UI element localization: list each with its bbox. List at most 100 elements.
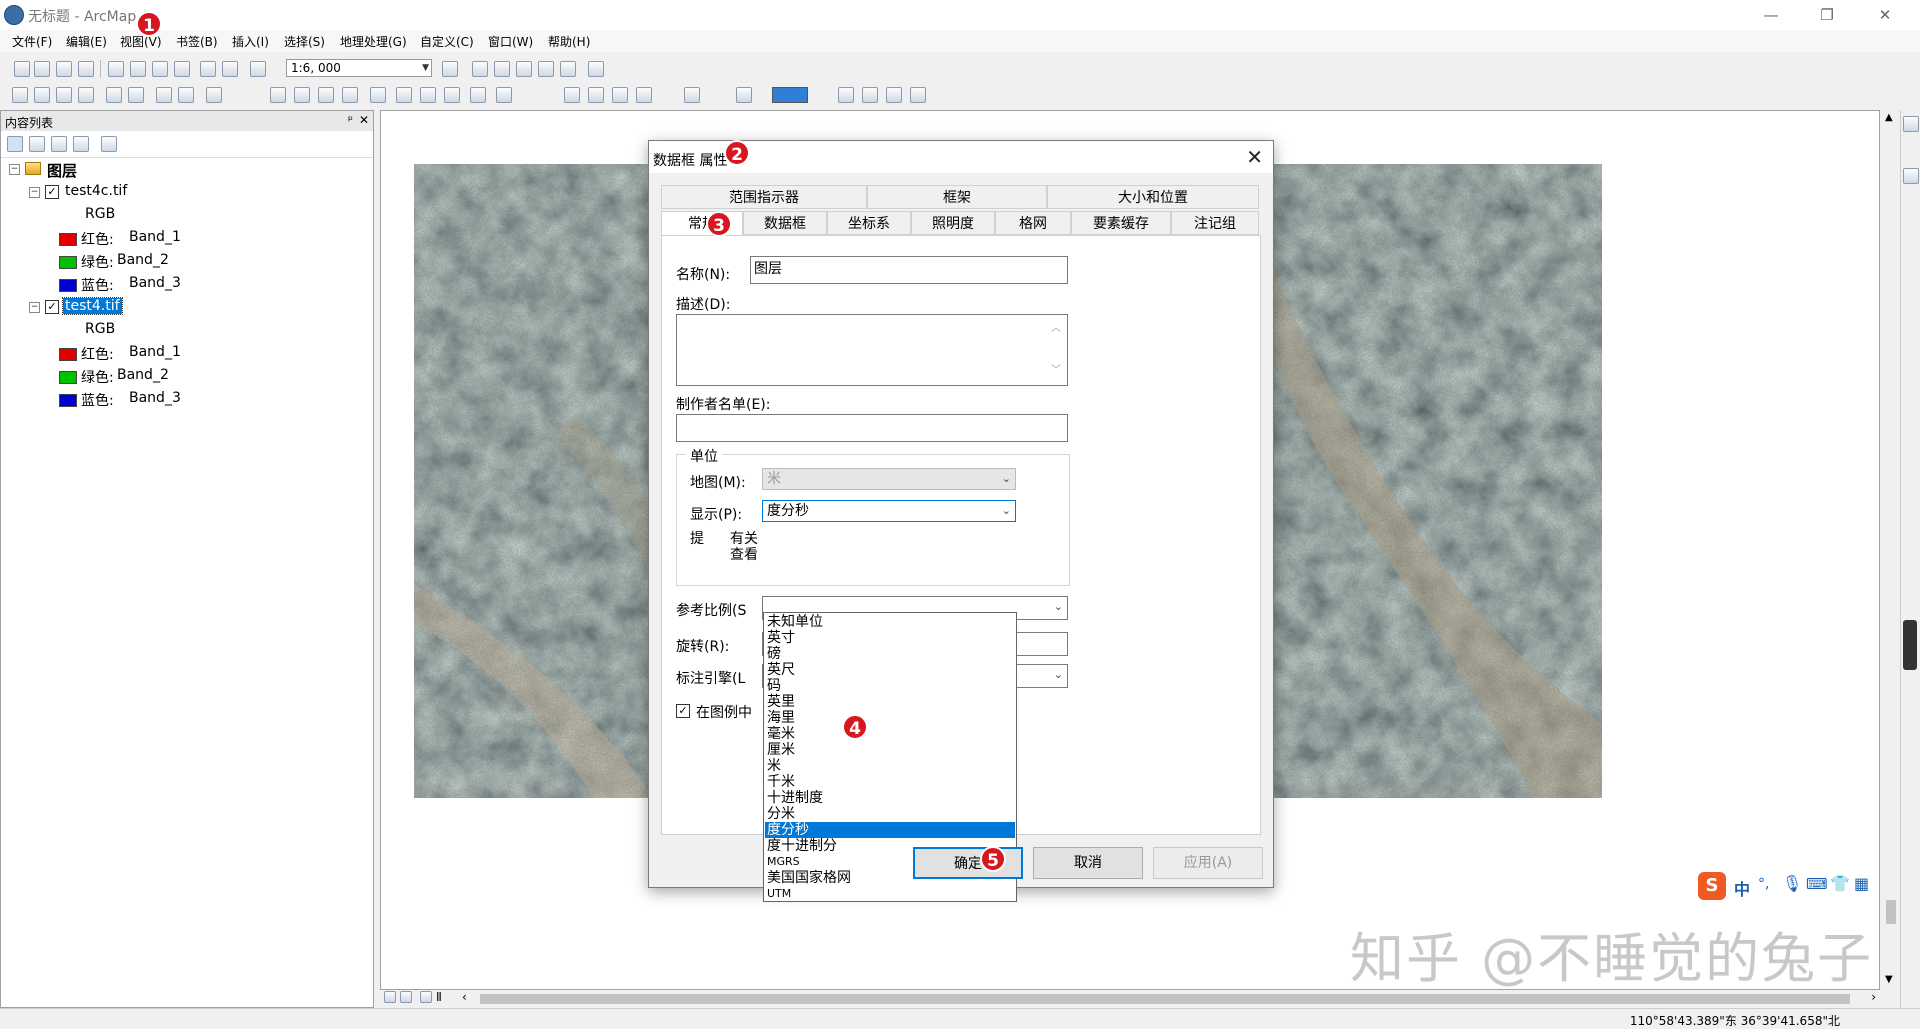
dropdown-option[interactable]: 千米: [765, 774, 1015, 790]
display-units-combobox[interactable]: 度分秒 ⌄: [762, 500, 1016, 522]
menu-view[interactable]: 视图(V): [120, 33, 162, 50]
side-handle[interactable]: [1903, 620, 1917, 670]
minimize-button[interactable]: —: [1756, 4, 1786, 26]
viewer-window-icon[interactable]: [496, 87, 512, 103]
keyboard-icon[interactable]: ⌨: [1806, 875, 1828, 893]
close-window-button[interactable]: ✕: [1870, 4, 1900, 26]
toolbox-icon[interactable]: ▦: [1854, 874, 1869, 893]
layer-visibility-checkbox[interactable]: ✓: [45, 185, 59, 199]
cancel-button[interactable]: 取消: [1033, 847, 1143, 879]
dropdown-option[interactable]: 海里: [765, 710, 1015, 726]
zoom-in-icon[interactable]: [12, 87, 28, 103]
arctoolbox-icon[interactable]: [538, 61, 554, 77]
find-route-icon[interactable]: [420, 87, 436, 103]
catalog-dock-icon[interactable]: [1903, 116, 1919, 132]
collapse-icon[interactable]: −: [29, 302, 40, 313]
menu-edit[interactable]: 编辑(E): [66, 33, 107, 50]
menu-customize[interactable]: 自定义(C): [420, 33, 474, 50]
legend-checkbox[interactable]: ✓: [676, 704, 690, 718]
cut-icon[interactable]: [108, 61, 124, 77]
toc-window-icon[interactable]: [472, 61, 488, 77]
dropdown-option[interactable]: 分米: [765, 806, 1015, 822]
delete-icon[interactable]: [174, 61, 190, 77]
hyperlink-icon[interactable]: [318, 87, 334, 103]
html-popup-icon[interactable]: [342, 87, 358, 103]
data-driven-pages-icon[interactable]: [910, 87, 926, 103]
dropdown-option[interactable]: 厘米: [765, 742, 1015, 758]
punctuation-icon[interactable]: °,: [1758, 876, 1769, 892]
dropdown-option[interactable]: 英里: [765, 694, 1015, 710]
layer-row[interactable]: − ✓ test4.tif: [1, 297, 371, 319]
skin-icon[interactable]: 👕: [1830, 874, 1850, 893]
toc-options-icon[interactable]: [101, 136, 117, 152]
scroll-up-icon[interactable]: ▲: [1885, 112, 1893, 123]
microphone-icon[interactable]: 🎙: [1782, 874, 1802, 893]
dropdown-option[interactable]: 英尺: [765, 662, 1015, 678]
dropdown-option[interactable]: 米: [765, 758, 1015, 774]
dropdown-option[interactable]: 码: [765, 678, 1015, 694]
python-window-icon[interactable]: [560, 61, 576, 77]
ok-button[interactable]: 确定: [913, 847, 1023, 879]
measure-icon[interactable]: [370, 87, 386, 103]
menu-windows[interactable]: 窗口(W): [488, 33, 533, 50]
model-builder-icon[interactable]: [588, 61, 604, 77]
fixed-zoom-out-icon[interactable]: [128, 87, 144, 103]
tab-feature-cache[interactable]: 要素缓存: [1071, 211, 1171, 235]
scrollbar-thumb-horizontal[interactable]: [480, 994, 1850, 1004]
dropdown-option[interactable]: 未知单位: [765, 614, 1015, 630]
select-elements-icon[interactable]: [270, 87, 286, 103]
close-icon[interactable]: ✕: [359, 113, 369, 127]
tab-size-and-position[interactable]: 大小和位置: [1047, 185, 1259, 209]
restore-button[interactable]: ❐: [1812, 4, 1842, 26]
dropdown-option[interactable]: 十进制度: [765, 790, 1015, 806]
menu-geoprocessing[interactable]: 地理处理(G): [340, 33, 407, 50]
tab-extent-indicators[interactable]: 范围指示器: [661, 185, 867, 209]
name-input[interactable]: 图层: [750, 256, 1068, 284]
ime-language-indicator[interactable]: 中: [1734, 876, 1750, 900]
change-layout-icon[interactable]: [886, 87, 902, 103]
menu-insert[interactable]: 插入(I): [232, 33, 269, 50]
layer-visibility-checkbox[interactable]: ✓: [45, 300, 59, 314]
editor-toolbar-icon[interactable]: [442, 61, 458, 77]
toc-root-row[interactable]: − 图层: [1, 159, 371, 181]
save-icon[interactable]: [56, 61, 72, 77]
pin-icon[interactable]: ᵖ: [348, 113, 353, 127]
layout-zoom-percent-box[interactable]: [772, 87, 808, 103]
dropdown-option[interactable]: 磅: [765, 646, 1015, 662]
search-dock-icon[interactable]: [1903, 168, 1919, 184]
paste-icon[interactable]: [152, 61, 168, 77]
menu-bookmarks[interactable]: 书签(B): [176, 33, 218, 50]
scrollbar-thumb[interactable]: [1886, 900, 1896, 924]
focus-data-frame-icon[interactable]: [862, 87, 878, 103]
data-view-icon[interactable]: [384, 991, 396, 1003]
new-document-icon[interactable]: [14, 61, 30, 77]
toggle-draft-mode-icon[interactable]: [838, 87, 854, 103]
search-window-icon[interactable]: [516, 61, 532, 77]
dropdown-option[interactable]: 度分秒: [765, 822, 1015, 838]
print-icon[interactable]: [78, 61, 94, 77]
collapse-icon[interactable]: −: [9, 164, 20, 175]
copy-icon[interactable]: [130, 61, 146, 77]
back-extent-icon[interactable]: [156, 87, 172, 103]
credits-input[interactable]: [676, 414, 1068, 442]
tab-frame[interactable]: 框架: [867, 185, 1047, 209]
tab-data-frame[interactable]: 数据框: [743, 211, 827, 235]
dialog-close-button[interactable]: ✕: [1246, 145, 1263, 169]
tab-grids[interactable]: 格网: [995, 211, 1071, 235]
select-features-icon[interactable]: [206, 87, 222, 103]
open-icon[interactable]: [34, 61, 50, 77]
full-extent-icon[interactable]: [78, 87, 94, 103]
time-slider-icon[interactable]: [470, 87, 486, 103]
layout-back-icon[interactable]: [736, 87, 752, 103]
refresh-view-icon[interactable]: [420, 991, 432, 1003]
identify-icon[interactable]: [294, 87, 310, 103]
dropdown-option[interactable]: UTM: [765, 886, 1015, 901]
map-vertical-scrollbar[interactable]: ▲ ▼: [1882, 110, 1900, 990]
tab-illumination[interactable]: 照明度: [911, 211, 995, 235]
menu-help[interactable]: 帮助(H): [548, 33, 590, 50]
layout-zoom-out-icon[interactable]: [588, 87, 604, 103]
layer-name[interactable]: test4.tif: [62, 297, 123, 315]
zoom-to-100-icon[interactable]: [684, 87, 700, 103]
list-by-drawing-order-icon[interactable]: [7, 136, 23, 152]
scroll-down-icon[interactable]: ▼: [1885, 974, 1893, 985]
